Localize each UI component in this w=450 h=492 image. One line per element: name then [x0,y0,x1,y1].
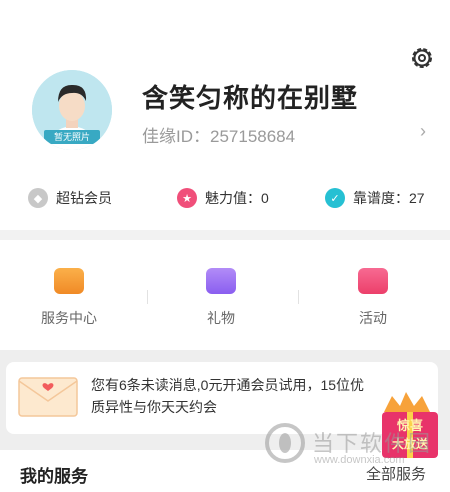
quick-menu: 服务中心 礼物 活动 [0,240,450,350]
menu-item-service-center[interactable]: 服务中心 [14,262,124,332]
stat-vip[interactable]: ◆ 超钻会员 [28,186,112,210]
settings-gear-icon[interactable] [409,45,435,71]
stat-label: 魅力值：0 [205,190,269,206]
avatar[interactable]: 暂无照片 [32,70,112,150]
all-services-link[interactable]: 全部服务 [366,463,426,484]
nickname: 含笑匀称的在别墅 [142,83,359,113]
stat-charm[interactable]: ★ 魅力值：0 [177,186,269,210]
ticket-icon [358,268,388,294]
watermark-logo-icon [265,423,305,463]
shield-icon: ✓ [325,188,345,208]
user-id: 佳缘ID：257158684 [142,127,296,146]
diamond-icon: ◆ [28,188,48,208]
star-icon: ★ [177,188,197,208]
menu-item-gifts[interactable]: 礼物 [166,262,276,332]
envelope-icon [18,377,78,417]
services-title: 我的服务 [20,467,88,486]
stat-label: 靠谱度：27 [353,190,425,206]
menu-item-label: 服务中心 [41,310,97,326]
menu-item-label: 礼物 [207,310,235,326]
stats-row: ◆ 超钻会员 ★ 魅力值：0 ✓ 靠谱度：27 [0,186,450,210]
avatar-tag: 暂无照片 [44,130,100,144]
divider [298,290,299,304]
section-divider [0,230,450,240]
wallet-icon [54,268,84,294]
stat-label: 超钻会员 [56,190,112,206]
stat-reliability[interactable]: ✓ 靠谱度：27 [325,186,425,210]
gift-icon [206,268,236,294]
divider [147,290,148,304]
menu-item-label: 活动 [359,310,387,326]
chevron-right-icon[interactable]: › [420,122,434,140]
profile-header: 暂无照片 含笑匀称的在别墅 佳缘ID：257158684 › [32,70,450,150]
menu-item-activities[interactable]: 活动 [318,262,428,332]
banner-text: 您有6条未读消息,0元开通会员试用，15位优质异性与你天天约会 [91,377,365,415]
